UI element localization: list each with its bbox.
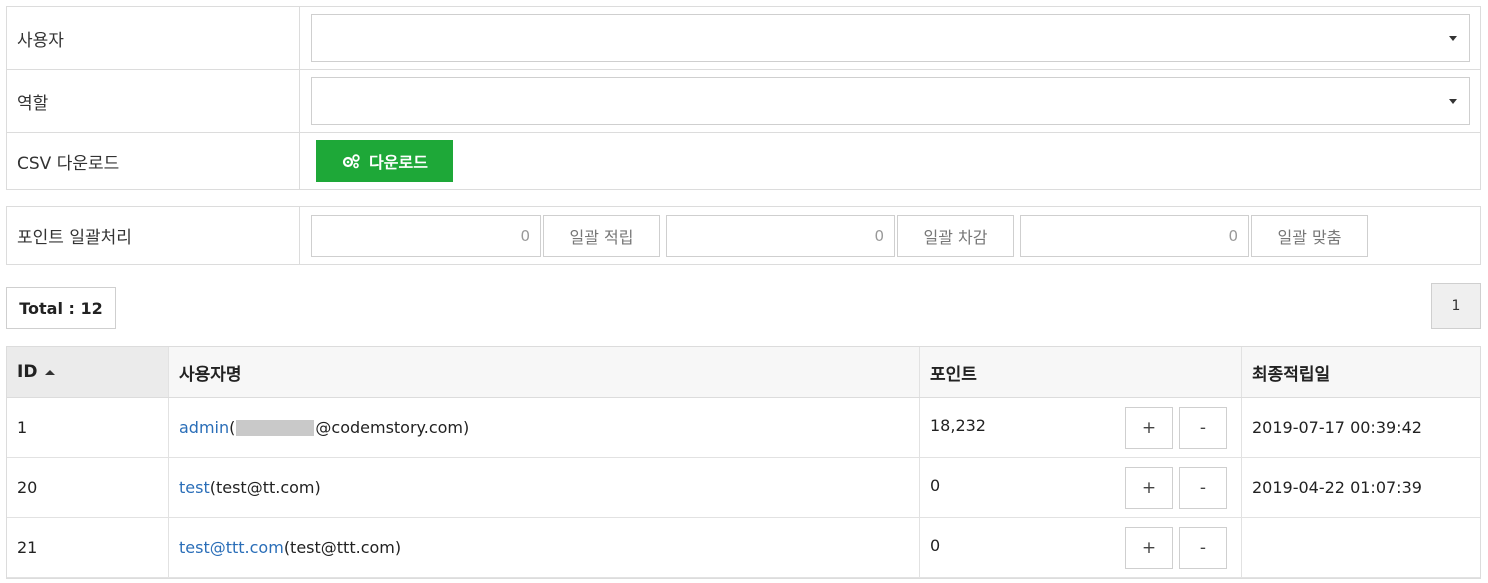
row-username: admin( @codemstory.com) xyxy=(169,398,920,457)
row-last-date: 2019-04-22 01:07:39 xyxy=(1252,478,1422,497)
email-suffix: @codemstory.com) xyxy=(315,418,470,437)
point-value: 0 xyxy=(930,536,941,555)
download-button-label: 다운로드 xyxy=(369,155,428,172)
bulk-add-button[interactable]: 일괄 적립 xyxy=(543,214,660,257)
add-point-button[interactable]: + xyxy=(1125,407,1173,449)
row-id: 21 xyxy=(7,518,169,577)
user-filter-row: 사용자 xyxy=(7,7,1480,70)
row-id: 1 xyxy=(7,398,169,457)
row-last-date: 2019-07-17 00:39:42 xyxy=(1252,418,1422,437)
row-last-date xyxy=(1242,518,1480,577)
row-point: 0 + - xyxy=(920,458,1242,517)
row-point: 0 + - xyxy=(920,518,1242,577)
table-header: ID 사용자명 포인트 최종적립일 xyxy=(7,347,1480,398)
user-select[interactable] xyxy=(311,14,1470,62)
gears-icon xyxy=(342,154,360,169)
bulk-label: 포인트 일괄처리 xyxy=(7,207,300,264)
user-email: (test@ttt.com) xyxy=(283,538,402,557)
header-username[interactable]: 사용자명 xyxy=(169,347,920,397)
points-table: ID 사용자명 포인트 최종적립일 1 admin( @codemstory.co… xyxy=(6,346,1481,579)
role-filter-row: 역할 xyxy=(7,70,1480,133)
subtract-point-button[interactable]: - xyxy=(1179,467,1227,509)
filter-form: 사용자 역할 CSV 다운로드 다운로드 xyxy=(6,6,1481,190)
header-point[interactable]: 포인트 xyxy=(920,347,1242,397)
chevron-down-icon xyxy=(1449,36,1457,41)
csv-row: CSV 다운로드 다운로드 xyxy=(7,133,1480,189)
header-id[interactable]: ID xyxy=(7,347,169,397)
bulk-set-button[interactable]: 일괄 맞춤 xyxy=(1251,214,1368,257)
table-row: 1 admin( @codemstory.com) 18,232 + - 2019… xyxy=(7,398,1480,458)
bulk-add-input[interactable]: 0 xyxy=(311,214,541,257)
header-id-label: ID xyxy=(17,362,38,382)
subtract-point-button[interactable]: - xyxy=(1179,407,1227,449)
row-point: 18,232 + - xyxy=(920,398,1242,457)
point-value: 18,232 xyxy=(930,416,986,435)
user-email: (test@tt.com) xyxy=(209,478,321,497)
masked-email-redaction xyxy=(236,419,315,436)
role-select[interactable] xyxy=(311,77,1470,125)
chevron-down-icon xyxy=(1449,99,1457,104)
bulk-sub-button[interactable]: 일괄 차감 xyxy=(897,214,1014,257)
point-value: 0 xyxy=(930,476,941,495)
table-row: 21 test@ttt.com (test@ttt.com) 0 + - xyxy=(7,518,1480,578)
email-prefix: ( xyxy=(229,418,236,437)
row-id: 20 xyxy=(7,458,169,517)
subtract-point-button[interactable]: - xyxy=(1179,527,1227,569)
pagination-page-1[interactable]: 1 xyxy=(1431,283,1481,329)
bulk-set-input[interactable]: 0 xyxy=(1020,214,1249,257)
header-last-date[interactable]: 최종적립일 xyxy=(1242,347,1480,397)
row-username: test@ttt.com (test@ttt.com) xyxy=(169,518,920,577)
bulk-form: 포인트 일괄처리 0 일괄 적립 0 일괄 차감 0 일괄 맞춤 xyxy=(6,206,1481,265)
bulk-sub-input[interactable]: 0 xyxy=(666,214,895,257)
add-point-button[interactable]: + xyxy=(1125,467,1173,509)
user-link[interactable]: test@ttt.com xyxy=(179,538,284,557)
row-username: test (test@tt.com) xyxy=(169,458,920,517)
add-point-button[interactable]: + xyxy=(1125,527,1173,569)
user-link[interactable]: admin xyxy=(179,418,229,437)
user-link[interactable]: test xyxy=(179,478,210,497)
total-count: Total : 12 xyxy=(6,287,116,329)
role-filter-label: 역할 xyxy=(7,70,300,132)
table-row: 20 test (test@tt.com) 0 + - 2019-04-22 01… xyxy=(7,458,1480,518)
csv-label: CSV 다운로드 xyxy=(7,133,300,189)
sort-asc-icon xyxy=(45,369,56,375)
download-button[interactable]: 다운로드 xyxy=(316,140,453,182)
user-filter-label: 사용자 xyxy=(7,7,300,69)
